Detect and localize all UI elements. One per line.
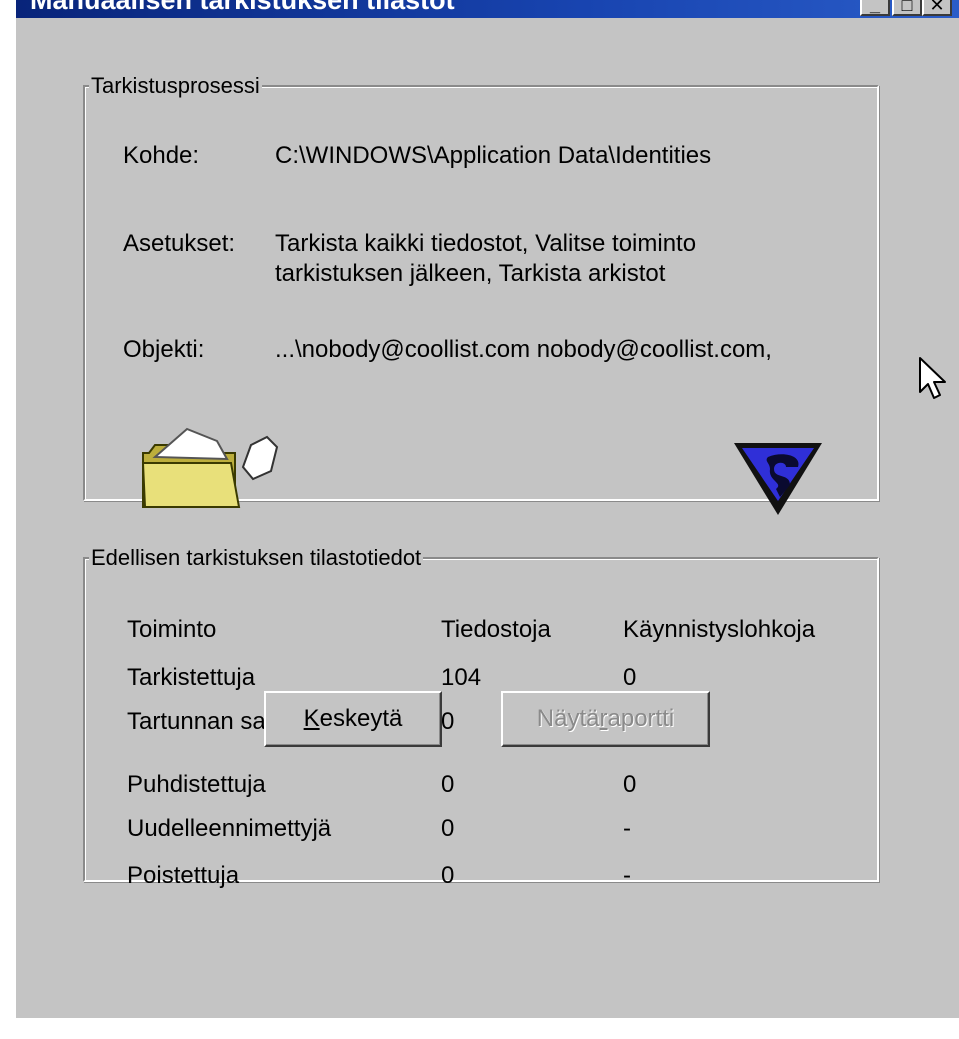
cancel-button[interactable]: Keskeytä bbox=[264, 691, 442, 747]
close-icon: ✕ bbox=[929, 0, 945, 15]
title-bar[interactable]: Manuaalisen tarkistuksen tilastot _ □ ✕ bbox=[16, 0, 959, 18]
row-deleted-boot: - bbox=[623, 862, 631, 889]
previous-scan-stats-group: Edellisen tarkistuksen tilastotiedot Toi… bbox=[83, 545, 879, 889]
settings-value: Tarkista kaikki tiedostot, Valitse toimi… bbox=[275, 230, 697, 287]
window-title: Manuaalisen tarkistuksen tilastot bbox=[30, 0, 455, 15]
minimize-icon: _ bbox=[869, 0, 880, 15]
header-files: Tiedostoja bbox=[441, 616, 551, 643]
open-folder-icon bbox=[141, 427, 279, 508]
row-cleaned-boot: 0 bbox=[623, 771, 637, 798]
object-value: ...\nobody@coollist.com nobody@coollist.… bbox=[275, 336, 772, 363]
row-cleaned-files: 0 bbox=[441, 771, 455, 798]
row-renamed-files: 0 bbox=[441, 815, 455, 842]
settings-label: Asetukset: bbox=[123, 230, 236, 257]
report-mnemonic: r bbox=[599, 705, 608, 732]
maximize-icon: □ bbox=[901, 0, 913, 15]
scan-process-legend: Tarkistusprosessi bbox=[89, 73, 262, 99]
row-renamed-boot: - bbox=[623, 815, 631, 842]
target-value: C:\WINDOWS\Application Data\Identities bbox=[275, 142, 712, 169]
row-infected-files: 0 bbox=[441, 708, 455, 735]
row-scanned-files: 104 bbox=[441, 664, 482, 691]
minimize-button[interactable]: _ bbox=[860, 0, 890, 16]
report-label-rest: aportti bbox=[607, 705, 675, 732]
target-label: Kohde: bbox=[123, 142, 200, 169]
antivirus-logo-icon bbox=[734, 443, 822, 515]
row-renamed-label: Uudelleennimettyjä bbox=[127, 815, 332, 842]
object-label: Objekti: bbox=[123, 336, 205, 363]
stats-legend: Edellisen tarkistuksen tilastotiedot bbox=[89, 545, 424, 571]
header-action: Toiminto bbox=[127, 616, 217, 643]
scan-process-group: Tarkistusprosessi Kohde: C:\WINDOWS\Appl… bbox=[83, 73, 879, 515]
dialog-window: Manuaalisen tarkistuksen tilastot _ □ ✕ … bbox=[16, 0, 959, 1018]
row-scanned-label: Tarkistettuja bbox=[127, 664, 256, 691]
mouse-pointer-icon bbox=[919, 357, 946, 399]
row-scanned-boot: 0 bbox=[623, 664, 637, 691]
row-deleted-files: 0 bbox=[441, 862, 455, 889]
header-boot-sectors: Käynnistyslohkoja bbox=[623, 616, 816, 643]
show-report-button[interactable]: Näytä r aportti bbox=[501, 691, 710, 747]
report-label-pre: Näytä bbox=[536, 705, 600, 732]
close-button[interactable]: ✕ bbox=[922, 0, 952, 16]
cancel-label: eskeytä bbox=[319, 705, 403, 732]
cancel-mnemonic: K bbox=[303, 705, 320, 732]
row-deleted-label: Poistettuja bbox=[127, 862, 240, 889]
maximize-button[interactable]: □ bbox=[892, 0, 922, 16]
row-cleaned-label: Puhdistettuja bbox=[127, 771, 266, 798]
